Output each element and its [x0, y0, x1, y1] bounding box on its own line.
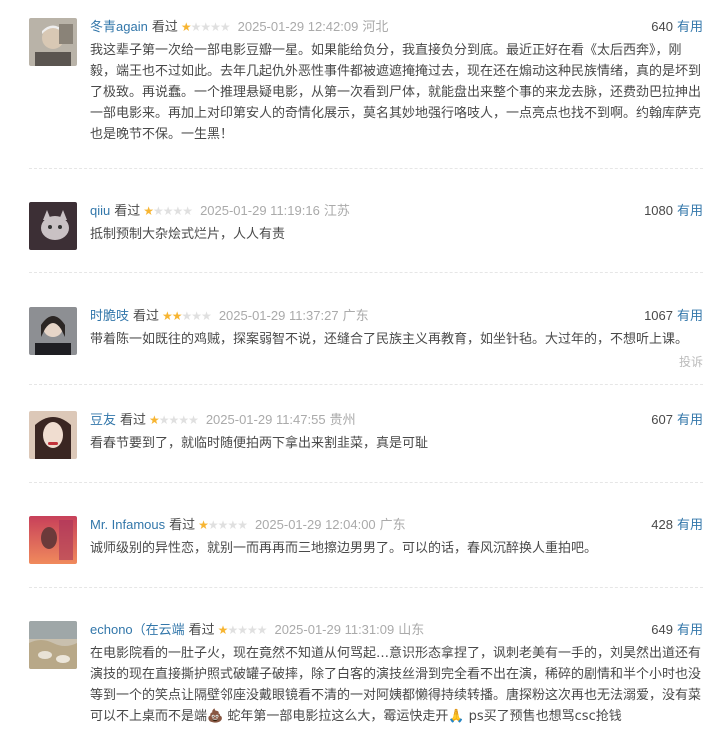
vote-area: 649 有用 — [651, 621, 703, 639]
review-content: 带着陈一如既往的鸡贼，探案弱智不说，还缝合了民族主义再教育，如坐针毡。大过年的，… — [90, 332, 689, 347]
review-time: 2025-01-29 12:42:09 — [237, 19, 359, 34]
rating-stars: ★★★★★ — [162, 309, 212, 323]
username-link[interactable]: Mr. Infamous — [90, 517, 165, 532]
review-meta: echono（在云端 看过 ★★★★★ 2025-01-29 11:31:09 山东 6… — [90, 621, 703, 639]
review-location: 山东 — [398, 622, 425, 637]
vote-area: 1067 有用 — [644, 307, 703, 325]
vote-count: 1080 — [644, 203, 673, 218]
vote-count: 607 — [651, 412, 673, 427]
divider — [29, 482, 703, 483]
avatar[interactable] — [29, 307, 77, 355]
review-content: 看春节要到了，就临时随便拍两下拿出来割韭菜，真是可耻 — [90, 436, 429, 451]
vote-count: 649 — [651, 622, 673, 637]
review-time: 2025-01-29 11:19:16 — [200, 203, 320, 218]
avatar[interactable] — [29, 516, 77, 564]
review-content: 诚师级别的异性恋，就别一而再再而三地擦边男男了。可以的话，春风沉醉换人重拍吧。 — [90, 541, 598, 556]
username-link[interactable]: echono（在云端 — [90, 622, 185, 637]
vote-count: 428 — [651, 517, 673, 532]
vote-count: 640 — [651, 19, 673, 34]
avatar[interactable] — [29, 18, 77, 66]
rating-stars: ★★★★★ — [198, 518, 248, 532]
watch-status: 看过 — [151, 19, 178, 34]
username-link[interactable]: 豆友 — [90, 412, 116, 427]
review-meta: 冬青again 看过 ★★★★★ 2025-01-29 12:42:09 河北 640 有… — [90, 18, 703, 36]
vote-area: 640 有用 — [651, 18, 703, 36]
review-location: 广东 — [379, 517, 406, 532]
report-link[interactable]: 投诉 — [679, 353, 703, 370]
watch-status: 看过 — [120, 412, 147, 427]
useful-button[interactable]: 有用 — [677, 19, 703, 34]
review-location: 河北 — [362, 19, 389, 34]
username-link[interactable]: 冬青again — [90, 19, 148, 34]
review-location: 江苏 — [323, 203, 350, 218]
review-location: 广东 — [342, 308, 369, 323]
rating-stars: ★★★★★ — [143, 204, 193, 218]
review-meta: qiiu 看过 ★★★★★ 2025-01-29 11:19:16 江苏 1080 有用 — [90, 202, 703, 220]
rating-stars: ★★★★★ — [149, 413, 199, 427]
username-link[interactable]: qiiu — [90, 203, 110, 218]
watch-status: 看过 — [169, 517, 196, 532]
review-content: 在电影院看的一肚子火，现在竟然不知道从何骂起…意识形态拿捏了，讽刺老美有一手的，… — [90, 646, 702, 724]
review-meta: 时脆吱 看过 ★★★★★ 2025-01-29 11:37:27 广东 1067 有用 — [90, 307, 703, 325]
vote-area: 1080 有用 — [644, 202, 703, 220]
avatar[interactable] — [29, 621, 77, 669]
watch-status: 看过 — [188, 622, 215, 637]
review-content: 我这辈子第一次给一部电影豆瓣一星。如果能给负分，我直接负分到底。最近正好在看《太… — [90, 43, 702, 142]
useful-button[interactable]: 有用 — [677, 412, 703, 427]
review-time: 2025-01-29 11:37:27 — [218, 308, 339, 323]
useful-button[interactable]: 有用 — [677, 203, 703, 218]
watch-status: 看过 — [133, 308, 160, 323]
watch-status: 看过 — [114, 203, 141, 218]
divider — [29, 587, 703, 588]
review-location: 贵州 — [329, 412, 356, 427]
review-time: 2025-01-29 12:04:00 — [254, 517, 376, 532]
review-meta: 豆友 看过 ★★★★★ 2025-01-29 11:47:55 贵州 607 有用 — [90, 411, 703, 429]
useful-button[interactable]: 有用 — [677, 308, 703, 323]
review-meta: Mr. Infamous 看过 ★★★★★ 2025-01-29 12:04:00 广东… — [90, 516, 703, 534]
useful-button[interactable]: 有用 — [677, 622, 703, 637]
vote-area: 428 有用 — [651, 516, 703, 534]
vote-count: 1067 — [644, 308, 673, 323]
avatar[interactable] — [29, 411, 77, 459]
useful-button[interactable]: 有用 — [677, 517, 703, 532]
divider — [29, 272, 703, 273]
divider — [29, 168, 703, 169]
review-content: 抵制预制大杂烩式烂片，人人有责 — [90, 227, 286, 242]
review-time: 2025-01-29 11:47:55 — [205, 412, 326, 427]
username-link[interactable]: 时脆吱 — [90, 308, 129, 323]
divider — [29, 384, 703, 385]
vote-area: 607 有用 — [651, 411, 703, 429]
rating-stars: ★★★★★ — [180, 20, 231, 34]
review-time: 2025-01-29 11:31:09 — [274, 622, 395, 637]
rating-stars: ★★★★★ — [217, 623, 268, 637]
avatar[interactable] — [29, 202, 77, 250]
